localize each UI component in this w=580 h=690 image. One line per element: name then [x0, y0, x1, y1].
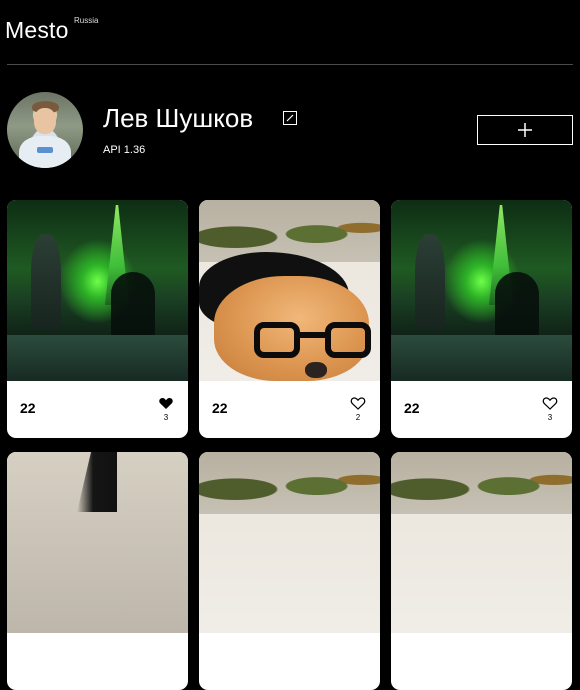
card: 22 3: [7, 200, 188, 438]
glasses-bridge: [300, 332, 325, 338]
add-card-button[interactable]: [477, 115, 573, 145]
card: 22 2: [199, 200, 380, 438]
heart-outline-icon[interactable]: [542, 395, 558, 411]
avatar-face: [34, 108, 56, 134]
card-image[interactable]: [391, 452, 572, 633]
card: 22 3: [391, 200, 572, 438]
statue: [31, 234, 61, 329]
plants: [199, 200, 380, 262]
like-count: 3: [163, 413, 169, 422]
heart-outline-icon[interactable]: [350, 395, 366, 411]
like-count: 2: [355, 413, 361, 422]
plus-icon: [518, 123, 532, 137]
card-image[interactable]: [7, 452, 188, 633]
plants: [391, 452, 572, 514]
card: [391, 452, 572, 690]
header: Mesto Russia: [0, 0, 580, 66]
logo[interactable]: Mesto: [5, 17, 69, 44]
avatar-shirt-logo: [37, 147, 53, 153]
floor: [391, 335, 572, 381]
dog-nose: [305, 362, 327, 378]
card-image[interactable]: [7, 200, 188, 381]
plants: [199, 452, 380, 514]
card-image[interactable]: [199, 200, 380, 381]
like-count: 3: [547, 413, 553, 422]
gate: [111, 272, 155, 340]
dark-shape: [77, 452, 117, 512]
edit-profile-button[interactable]: [283, 111, 297, 125]
card-title: 22: [212, 400, 228, 416]
glasses-lens-left: [254, 322, 300, 358]
card-image[interactable]: [391, 200, 572, 381]
statue: [415, 234, 445, 329]
avatar[interactable]: [7, 92, 83, 168]
card-title: 22: [404, 400, 420, 416]
card: [199, 452, 380, 690]
profile-about: API 1.36: [103, 144, 146, 156]
card: [7, 452, 188, 690]
floor: [7, 335, 188, 381]
logo-suffix: Russia: [74, 16, 99, 25]
card-image[interactable]: [199, 452, 380, 633]
heart-filled-icon[interactable]: [158, 395, 174, 411]
profile-name: Лев Шушков: [103, 103, 254, 133]
card-title: 22: [20, 400, 36, 416]
gate: [495, 272, 539, 340]
divider: [7, 64, 573, 65]
glasses-lens-right: [325, 322, 371, 358]
edit-icon: [286, 114, 294, 122]
